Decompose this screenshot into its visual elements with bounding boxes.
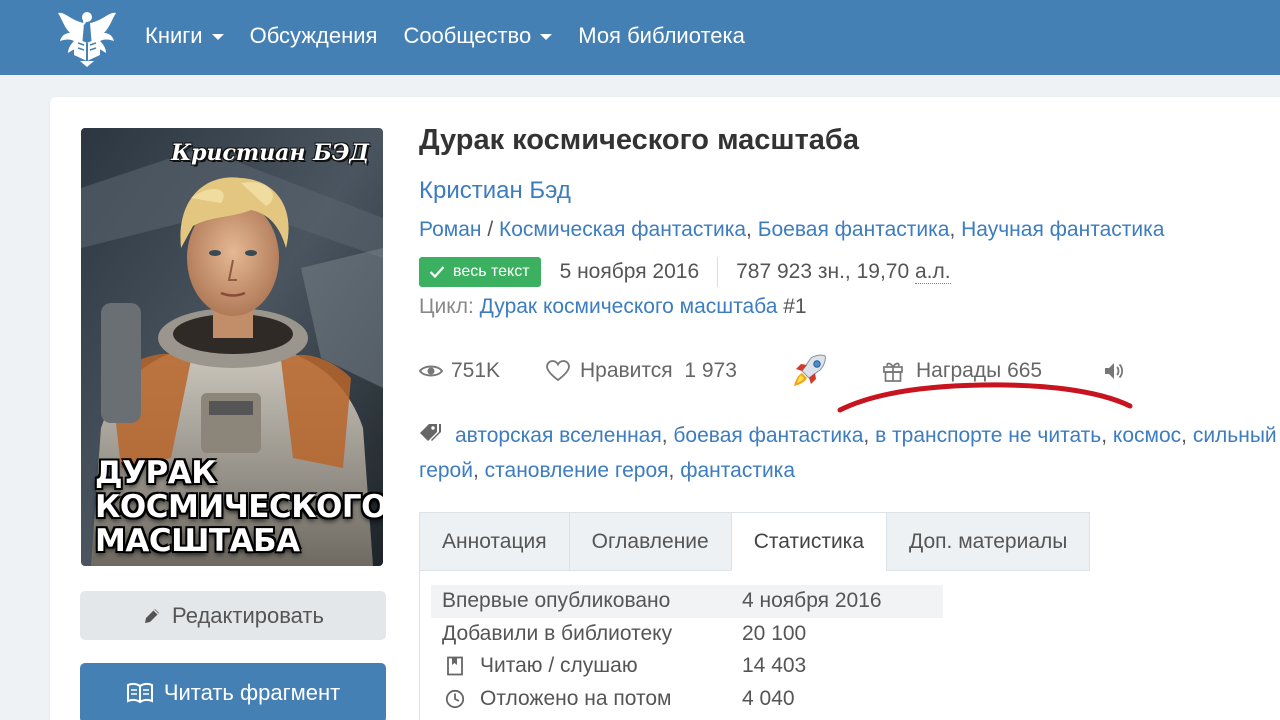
genre-link[interactable]: Боевая фантастика: [758, 218, 950, 241]
stat-label: Отложено на потом: [480, 686, 672, 710]
heart-icon: [546, 360, 570, 382]
stats-row-postponed: Отложено на потом 4 040: [431, 683, 943, 716]
nav-discussions-label: Обсуждения: [249, 23, 378, 48]
book-tabs: Аннотация Оглавление Статистика Доп. мат…: [419, 512, 1091, 571]
site-logo-icon[interactable]: [56, 7, 118, 67]
top-navbar: Книги Обсуждения Сообщество Моя библиоте…: [0, 0, 1280, 75]
book-title: Дурак космического масштаба: [419, 124, 859, 156]
cover-author-text: Кристиан БЭД: [171, 140, 369, 166]
tab-label: Доп. материалы: [909, 529, 1068, 553]
tag-link[interactable]: сильный: [1193, 424, 1277, 447]
tab-label: Аннотация: [442, 529, 547, 553]
stat-label-wrap: Отложено на потом: [442, 687, 671, 711]
stat-value: 4 040: [742, 686, 795, 710]
nav-community-label: Сообщество: [403, 23, 532, 48]
edit-button[interactable]: Редактировать: [80, 591, 386, 640]
stat-label: Читаю / слушаю: [480, 654, 638, 678]
genre-link[interactable]: Космическая фантастика: [499, 218, 746, 241]
tags-icon: [419, 423, 447, 455]
tab-label: Статистика: [753, 529, 865, 553]
form-link[interactable]: Роман: [419, 218, 481, 241]
size-chars: 787 923 зн., 19,70: [736, 260, 915, 283]
cover-title-line: МАСШТАБА: [95, 523, 300, 559]
tag-link[interactable]: авторская вселенная: [455, 424, 662, 447]
nav-books[interactable]: Книги: [145, 23, 224, 49]
bookmark-icon: [442, 656, 468, 676]
pencil-icon: [142, 606, 162, 626]
author-link[interactable]: Кристиан Бэд: [419, 177, 571, 205]
read-fragment-label: Читать фрагмент: [163, 680, 341, 705]
series-label: Цикл:: [419, 295, 480, 318]
genres-line: Роман / Космическая фантастика, Боевая ф…: [419, 218, 1165, 241]
promote-rocket-button[interactable]: [791, 354, 827, 386]
stats-row-reading: Читаю / слушаю 14 403: [431, 650, 943, 683]
likes-label: Нравится: [580, 359, 673, 382]
nav-community[interactable]: Сообщество: [403, 23, 553, 49]
stats-row-added-to-library: Добавили в библиотеку 20 100: [431, 618, 943, 651]
genre-link[interactable]: Научная фантастика: [961, 218, 1164, 241]
nav-my-library-label: Моя библиотека: [578, 23, 745, 48]
size-unit[interactable]: а.л.: [914, 260, 951, 284]
nav-my-library[interactable]: Моя библиотека: [578, 23, 745, 49]
cover-title-line: КОСМИЧЕСКОГО: [95, 489, 383, 525]
tag-link[interactable]: боевая фантастика: [673, 424, 863, 447]
statistics-table: Впервые опубликовано 4 ноября 2016 Добав…: [431, 585, 943, 715]
checkmark-icon: [429, 266, 445, 279]
cover-title-text: ДУРАК КОСМИЧЕСКОГО МАСШТАБА: [95, 456, 383, 558]
tab-contents[interactable]: Оглавление: [568, 512, 732, 571]
likes-count: 1 973: [684, 359, 737, 382]
tab-extra-materials[interactable]: Доп. материалы: [886, 512, 1091, 571]
tag-link[interactable]: фантастика: [680, 459, 795, 482]
tags-list: авторская вселенная, боевая фантастика, …: [419, 423, 1277, 482]
publish-date: 5 ноября 2016: [559, 260, 700, 283]
divider: [717, 257, 719, 287]
open-book-icon: [126, 682, 154, 704]
views-count: 751K: [451, 359, 501, 382]
series-number: #1: [777, 295, 807, 318]
eye-icon: [419, 365, 443, 377]
nav-discussions[interactable]: Обсуждения: [250, 23, 378, 49]
tab-statistics[interactable]: Статистика: [730, 512, 888, 571]
tab-label: Оглавление: [591, 529, 709, 553]
genre-separator: /: [481, 218, 499, 241]
tag-link[interactable]: становление героя: [485, 459, 669, 482]
red-annotation-underline: [837, 382, 1133, 413]
full-text-label: весь текст: [453, 263, 530, 280]
book-meta-row: весь текст 5 ноября 2016 787 923 зн., 19…: [419, 256, 951, 288]
tag-link[interactable]: в транспорте не читать: [875, 424, 1101, 447]
chevron-down-icon: [211, 34, 224, 40]
stat-value: 20 100: [742, 621, 807, 645]
stat-label-wrap: Читаю / слушаю: [442, 654, 638, 678]
tab-annotation[interactable]: Аннотация: [419, 512, 570, 571]
stat-label: Добавили в библиотеку: [442, 621, 673, 645]
stat-label: Впервые опубликовано: [442, 589, 671, 613]
cover-title-line: ДУРАК: [95, 455, 217, 491]
tab-panel-border: [419, 570, 420, 720]
read-fragment-button[interactable]: Читать фрагмент: [80, 663, 386, 720]
edit-button-label: Редактировать: [172, 602, 324, 628]
book-cover[interactable]: Кристиан БЭД ДУРАК КОСМИЧЕСКОГО МАСШТАБА: [81, 128, 383, 566]
series-line: Цикл: Дурак космического масштаба #1: [419, 295, 807, 319]
full-text-badge: весь текст: [419, 257, 541, 287]
book-size: 787 923 зн., 19,70 а.л.: [736, 260, 951, 284]
views-stat: 751K: [419, 356, 500, 386]
series-link[interactable]: Дурак космического масштаба: [480, 295, 778, 318]
stat-value: 4 ноября 2016: [742, 589, 882, 613]
clock-icon: [442, 689, 468, 709]
stats-row-first-published: Впервые опубликовано 4 ноября 2016: [431, 585, 943, 618]
stat-value: 14 403: [742, 654, 807, 678]
likes-stat[interactable]: Нравится 1 973: [546, 356, 737, 386]
chevron-down-icon: [540, 34, 553, 40]
tag-link[interactable]: космос: [1113, 424, 1181, 447]
rocket-icon: [794, 354, 826, 386]
nav-books-label: Книги: [145, 23, 203, 48]
tag-link[interactable]: герой: [419, 459, 473, 482]
